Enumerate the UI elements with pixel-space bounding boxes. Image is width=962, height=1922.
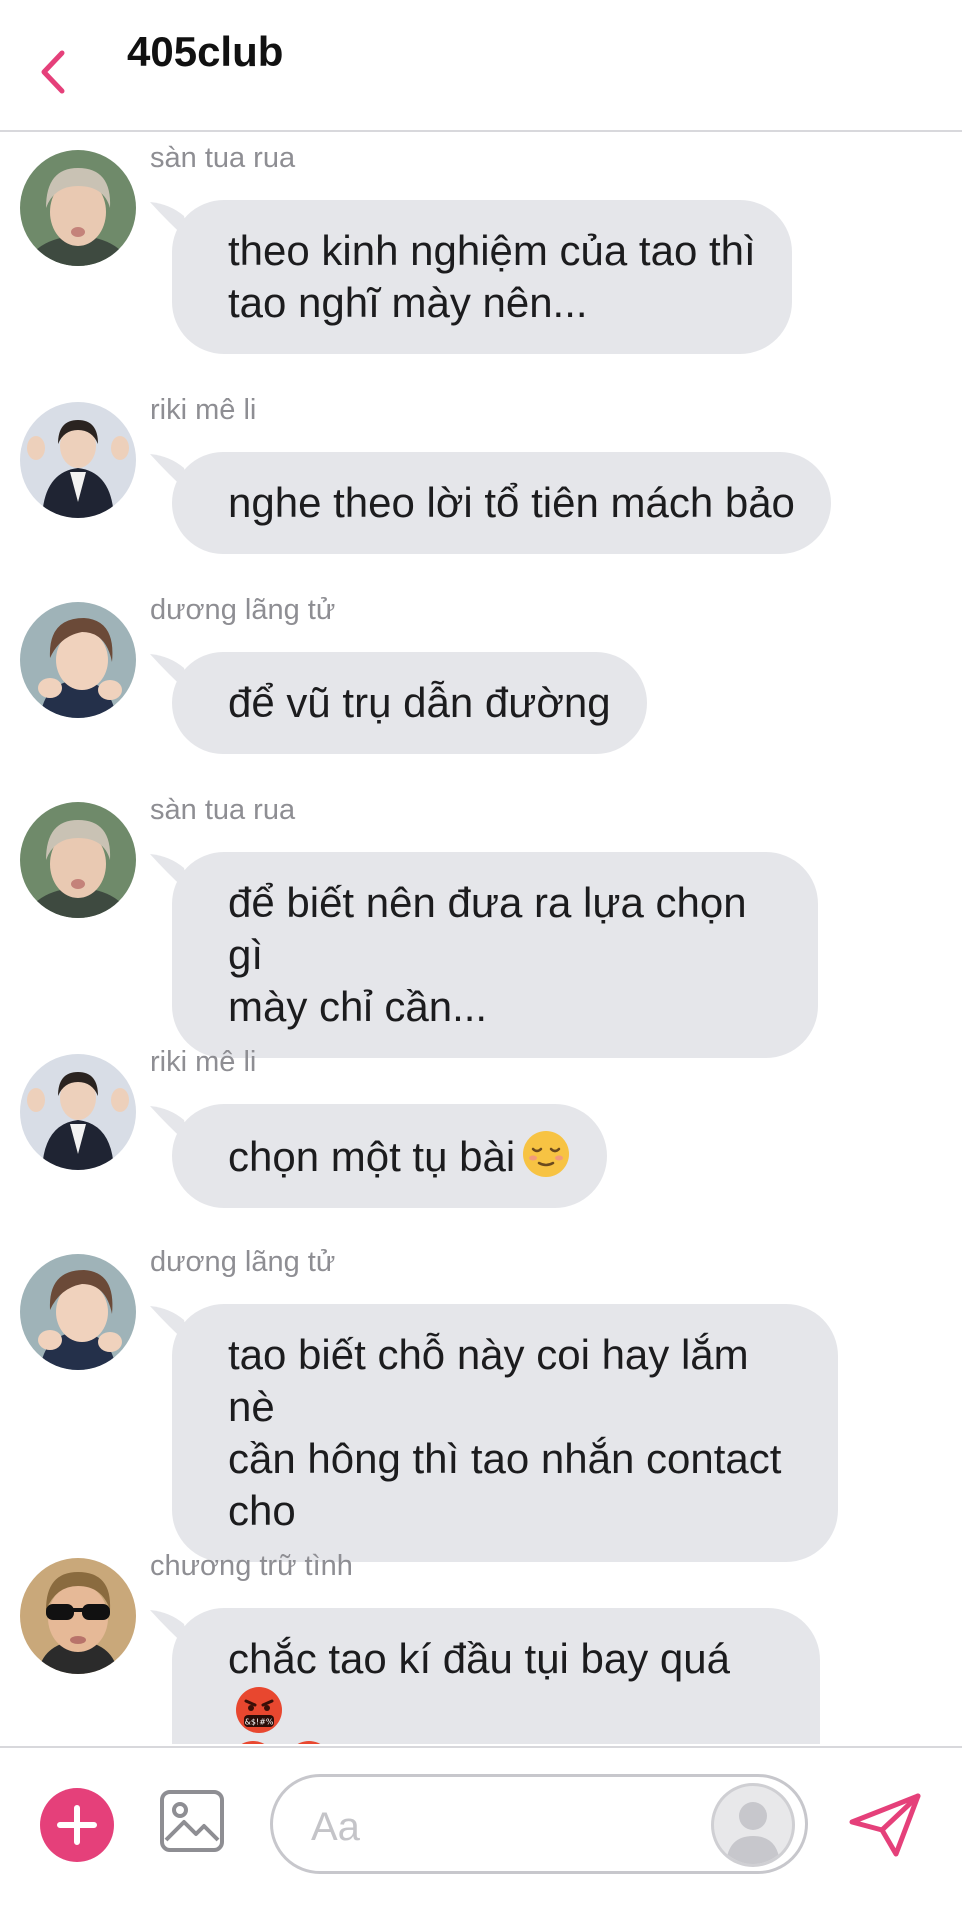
- chat-title: 405club: [127, 28, 284, 75]
- add-attachment-button[interactable]: [40, 1788, 114, 1862]
- sender-name: sàn tua rua: [150, 142, 296, 174]
- message-bubble[interactable]: chắc tao kí đầu tụi bay quá &$!#% &$!#%: [172, 1608, 820, 1744]
- message-list[interactable]: sàn tua rua theo kinh nghiệm của tao thì…: [0, 132, 962, 1744]
- svg-text:&$!#%: &$!#%: [245, 1718, 274, 1727]
- composer-bar: Aa: [0, 1746, 962, 1922]
- message-text: chọn một tụ bài: [228, 1133, 516, 1180]
- message-bubble[interactable]: để biết nên đưa ra lựa chọn gì mày chỉ c…: [172, 852, 818, 1058]
- message-bubble[interactable]: nghe theo lời tổ tiên mách bảo: [172, 452, 831, 554]
- avatar[interactable]: [20, 1254, 136, 1370]
- send-paper-plane-icon[interactable]: [848, 1790, 922, 1860]
- avatar[interactable]: [20, 1558, 136, 1674]
- message-bubble[interactable]: tao biết chỗ này coi hay lắm nè cần hông…: [172, 1304, 838, 1562]
- angry-symbols-emoji-icon: &$!#%: [236, 1687, 282, 1733]
- message-bubble[interactable]: theo kinh nghiệm của tao thì tao nghĩ mà…: [172, 200, 792, 354]
- sender-name: dương lãng tử: [150, 1246, 336, 1278]
- back-chevron-icon[interactable]: [30, 45, 80, 100]
- message-text: chắc tao kí đầu tụi bay quá: [228, 1635, 731, 1682]
- image-picker-icon[interactable]: [158, 1788, 226, 1854]
- angry-symbols-emoji-icon: &$!#%: [297, 1741, 321, 1744]
- sender-name: dương lãng tử: [150, 594, 336, 626]
- message-bubble[interactable]: để vũ trụ dẫn đường: [172, 652, 647, 754]
- avatar[interactable]: [20, 1054, 136, 1170]
- angry-symbols-emoji-icon: &$!#%: [241, 1741, 265, 1744]
- message-bubble[interactable]: chọn một tụ bài: [172, 1104, 608, 1208]
- relieved-face-emoji-icon: [523, 1131, 570, 1177]
- message-input-placeholder: Aa: [311, 1805, 360, 1849]
- message-input[interactable]: Aa: [270, 1774, 808, 1874]
- avatar[interactable]: [20, 402, 136, 518]
- plus-icon: [57, 1805, 97, 1845]
- chat-header: 405club: [0, 0, 962, 132]
- sender-name: chương trữ tình: [150, 1550, 353, 1582]
- avatar[interactable]: [20, 802, 136, 918]
- avatar[interactable]: [20, 602, 136, 718]
- sender-name: sàn tua rua: [150, 794, 296, 826]
- sender-name: riki mê li: [150, 1046, 257, 1078]
- user-avatar-icon[interactable]: [711, 1783, 795, 1867]
- avatar[interactable]: [20, 150, 136, 266]
- sender-name: riki mê li: [150, 394, 257, 426]
